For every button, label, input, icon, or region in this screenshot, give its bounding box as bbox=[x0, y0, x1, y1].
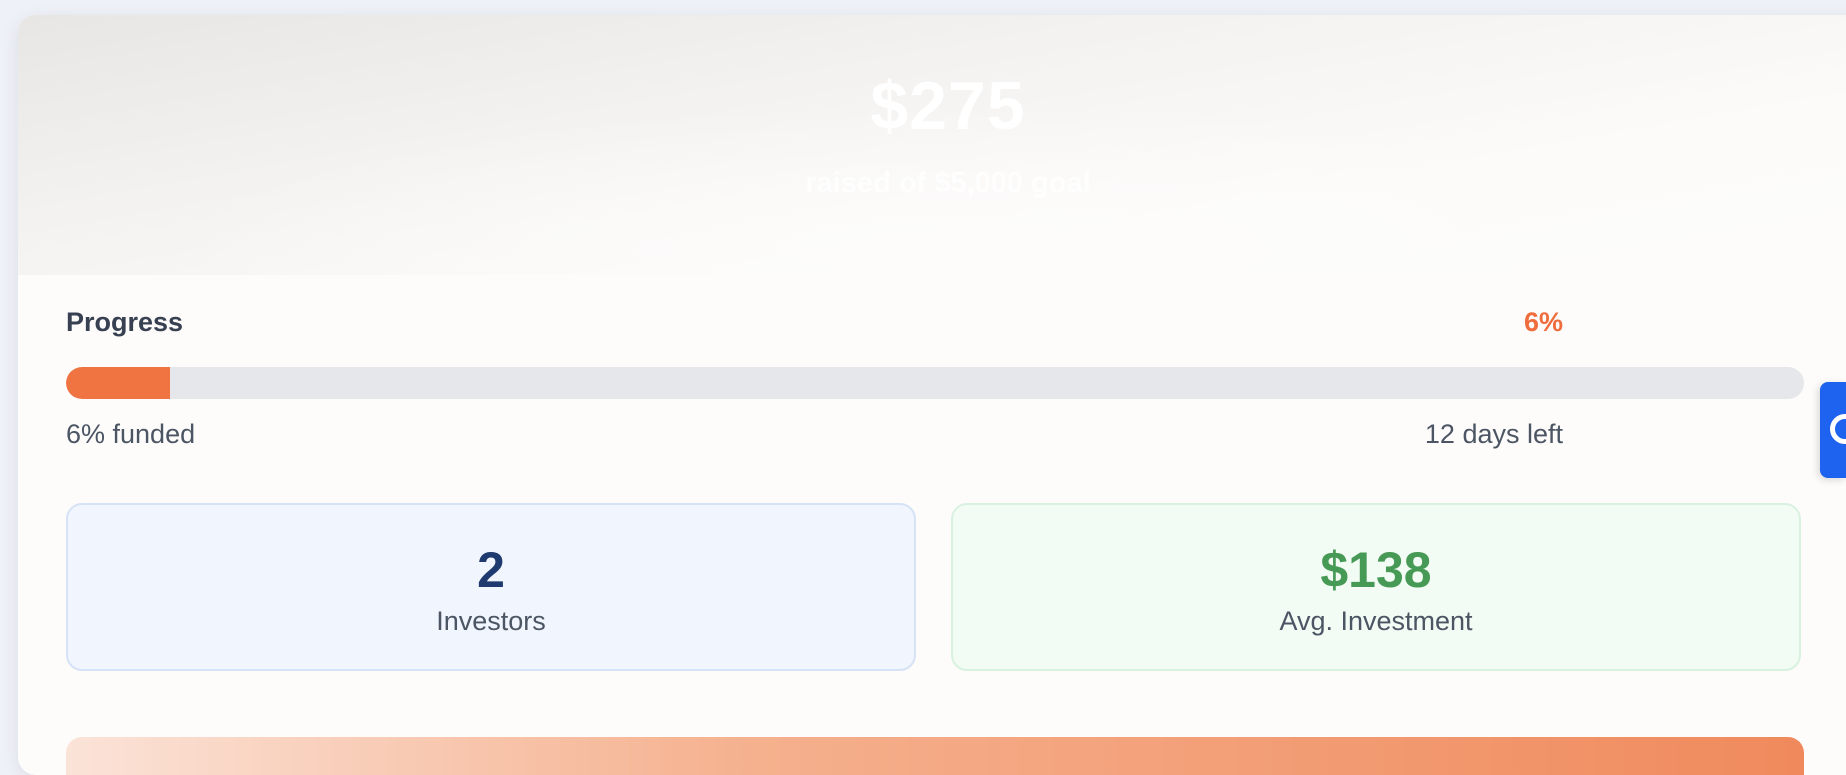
investors-stat-card: 2 Investors bbox=[66, 503, 916, 671]
chat-widget-button[interactable] bbox=[1820, 382, 1846, 478]
avg-investment-label: Avg. Investment bbox=[1279, 606, 1473, 636]
investors-count: 2 bbox=[477, 542, 505, 598]
chat-icon bbox=[1830, 414, 1846, 444]
days-left-text: 12 days left bbox=[1424, 419, 1563, 449]
goal-subtitle: raised of $5,000 goal bbox=[805, 167, 1091, 199]
funding-hero: $275 raised of $5,000 goal bbox=[18, 15, 1846, 275]
progress-percent: 6% bbox=[1523, 307, 1563, 337]
invest-button-edge[interactable] bbox=[66, 737, 1804, 775]
avg-investment-stat-card: $138 Avg. Investment bbox=[951, 503, 1801, 671]
progress-bar-fill bbox=[66, 367, 171, 399]
avg-investment-value: $138 bbox=[1320, 542, 1432, 598]
raised-amount: $275 bbox=[870, 68, 1026, 144]
funding-card: $275 raised of $5,000 goal Progress 6% 6… bbox=[18, 15, 1846, 775]
funded-text: 6% funded bbox=[66, 419, 196, 449]
progress-label: Progress bbox=[66, 307, 184, 337]
progress-bar bbox=[66, 367, 1804, 399]
investors-label: Investors bbox=[436, 606, 546, 636]
